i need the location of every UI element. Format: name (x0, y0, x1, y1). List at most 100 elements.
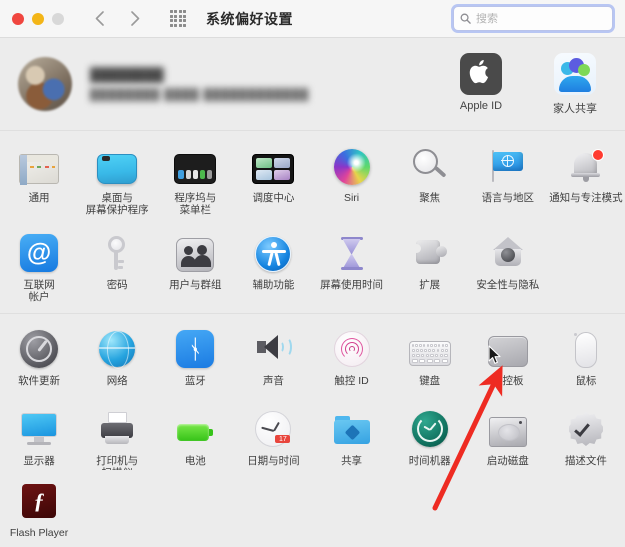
pref-trackpad[interactable]: 触控板 (469, 322, 547, 400)
account-name: ████████ (90, 67, 164, 82)
pref-label: 辅助功能 (252, 279, 295, 291)
desktop-screensaver-icon (96, 145, 138, 187)
pref-dock-menubar[interactable]: 程序坞与 菜单栏 (156, 139, 234, 224)
chevron-right-icon (130, 11, 139, 26)
pref-notifications-focus[interactable]: 通知与专注模式 (547, 139, 625, 224)
pref-users-groups[interactable]: 用户与群组 (156, 226, 234, 311)
accessibility-icon (252, 232, 294, 274)
pref-mouse[interactable]: 鼠标 (547, 322, 625, 400)
pref-bluetooth[interactable]: ᛀ 蓝牙 (156, 322, 234, 400)
search-field[interactable] (453, 6, 613, 31)
mission-control-icon (252, 145, 295, 187)
pref-keyboard[interactable]: 键盘 (391, 322, 469, 400)
close-button[interactable] (12, 12, 24, 25)
pref-security-privacy[interactable]: 安全性与隐私 (469, 226, 547, 311)
pref-label: 描述文件 (564, 455, 607, 467)
pref-label: 屏幕使用时间 (320, 279, 384, 291)
screen-time-icon (331, 232, 373, 274)
pref-software-update[interactable]: 软件更新 (0, 322, 78, 400)
pref-network[interactable]: 网络 (78, 322, 156, 400)
pref-accessibility[interactable]: 辅助功能 (234, 226, 312, 311)
pref-spotlight[interactable]: 聚焦 (391, 139, 469, 224)
passwords-key-icon (96, 232, 138, 274)
pref-label: 声音 (262, 375, 284, 387)
pref-extensions[interactable]: 扩展 (391, 226, 469, 311)
pref-internet-accounts[interactable]: @ 互联网 帐户 (0, 226, 78, 311)
account-text: ████████ ████████ ████ ████████████ (90, 67, 309, 101)
pref-flash-player[interactable]: ƒ Flash Player (0, 478, 78, 547)
zoom-button[interactable] (52, 12, 64, 25)
pref-screen-time[interactable]: 屏幕使用时间 (313, 226, 391, 311)
preference-grid-2: 软件更新 网络 ᛀ 蓝牙 声音 触控 ID 键盘 触控板 鼠标 显示器 打印机与… (0, 322, 625, 470)
pref-label: 蓝牙 (184, 375, 206, 387)
third-party-section: ƒ Flash Player (0, 470, 625, 547)
grid-view-icon[interactable] (168, 9, 188, 29)
pref-siri[interactable]: Siri (313, 139, 391, 224)
preference-section-1: 通用 桌面与 屏幕保护程序 程序坞与 菜单栏 调度中心 Siri 聚焦 语言与地… (0, 131, 625, 314)
mouse-pointer-icon (488, 345, 501, 364)
siri-icon (331, 145, 373, 187)
window-controls (12, 12, 64, 25)
pref-label: 网络 (106, 375, 128, 387)
apple-logo-icon (445, 52, 517, 96)
profiles-icon (565, 408, 607, 450)
account-row[interactable]: ████████ ████████ ████ ████████████ Appl… (0, 38, 625, 131)
pref-label: 显示器 (23, 455, 55, 467)
pref-label: Siri (343, 192, 360, 204)
preference-section-2: 软件更新 网络 ᛀ 蓝牙 声音 触控 ID 键盘 触控板 鼠标 显示器 打印机与… (0, 314, 625, 470)
pref-label: 用户与群组 (169, 279, 222, 291)
pref-date-time[interactable]: 17 日期与时间 (234, 402, 312, 470)
pref-label: 软件更新 (18, 375, 61, 387)
forward-button[interactable] (124, 7, 146, 31)
dock-menubar-icon (174, 145, 217, 187)
pref-label: 桌面与 屏幕保护程序 (85, 192, 149, 216)
pref-profiles[interactable]: 描述文件 (547, 402, 625, 470)
pref-label: 扩展 (419, 279, 441, 291)
pref-sharing[interactable]: 共享 (313, 402, 391, 470)
startup-disk-icon (487, 408, 529, 450)
pref-displays[interactable]: 显示器 (0, 402, 78, 470)
search-input[interactable] (476, 12, 606, 25)
pref-battery[interactable]: 电池 (156, 402, 234, 470)
battery-icon (174, 408, 216, 450)
pref-passwords[interactable]: 密码 (78, 226, 156, 311)
pref-label: Flash Player (9, 527, 69, 539)
pref-sound[interactable]: 声音 (234, 322, 312, 400)
pref-printers-scanners[interactable]: 打印机与 扫描仪 (78, 402, 156, 470)
avatar[interactable] (18, 57, 72, 111)
preference-sections: 通用 桌面与 屏幕保护程序 程序坞与 菜单栏 调度中心 Siri 聚焦 语言与地… (0, 131, 625, 470)
keyboard-icon (408, 328, 451, 370)
apple-id-shortcut[interactable]: Apple ID (445, 52, 517, 116)
printers-scanners-icon (96, 408, 138, 450)
pref-language-region[interactable]: 语言与地区 (469, 139, 547, 224)
pref-touch-id[interactable]: 触控 ID (313, 322, 391, 400)
pref-label: 程序坞与 菜单栏 (174, 192, 217, 216)
pref-label: 触控板 (492, 375, 524, 387)
search-icon (460, 13, 471, 24)
apple-id-label: Apple ID (459, 100, 503, 112)
chevron-left-icon (95, 11, 104, 26)
family-sharing-icon (539, 52, 611, 96)
system-preferences-window: 系统偏好设置 ████████ ████████ ████ ██████████… (0, 0, 625, 547)
back-button[interactable] (88, 7, 110, 31)
internet-accounts-icon: @ (18, 232, 60, 274)
network-globe-icon (96, 328, 138, 370)
minimize-button[interactable] (32, 12, 44, 25)
pref-label: 时间机器 (408, 455, 451, 467)
pref-mission-control[interactable]: 调度中心 (234, 139, 312, 224)
language-region-icon (487, 145, 529, 187)
pref-label: 启动磁盘 (486, 455, 529, 467)
pref-startup-disk[interactable]: 启动磁盘 (469, 402, 547, 470)
family-sharing-label: 家人共享 (553, 103, 597, 115)
sharing-folder-icon (331, 408, 373, 450)
titlebar: 系统偏好设置 (0, 0, 625, 38)
page-title: 系统偏好设置 (206, 10, 293, 27)
date-time-icon: 17 (252, 408, 294, 450)
spotlight-icon (409, 145, 451, 187)
pref-time-machine[interactable]: 时间机器 (391, 402, 469, 470)
date-badge: 17 (275, 435, 291, 443)
family-sharing-shortcut[interactable]: 家人共享 (539, 52, 611, 116)
pref-desktop-screensaver[interactable]: 桌面与 屏幕保护程序 (78, 139, 156, 224)
pref-general[interactable]: 通用 (0, 139, 78, 224)
account-detail: ████████ ████ ████████████ (90, 89, 310, 101)
